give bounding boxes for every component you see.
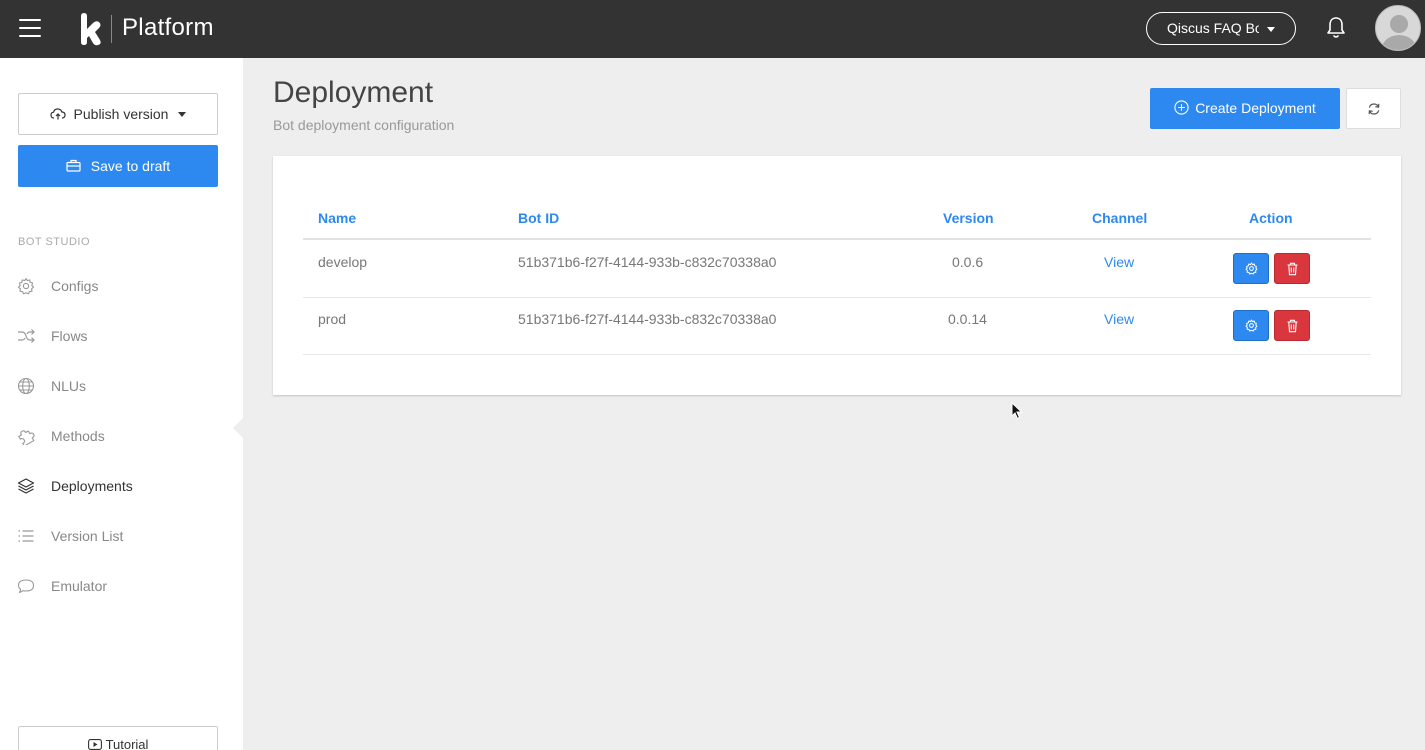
active-item-pointer [233, 418, 243, 438]
sidebar-item-emulator[interactable]: Emulator [0, 566, 243, 606]
save-to-draft-button[interactable]: Save to draft [18, 145, 218, 187]
brand-title: Platform [122, 14, 214, 41]
plus-circle-icon [1174, 100, 1189, 115]
column-header-action: Action [1249, 210, 1293, 226]
briefcase-icon [66, 159, 81, 172]
shuffle-icon [18, 329, 35, 343]
sidebar-item-nlus[interactable]: NLUs [0, 366, 243, 406]
tutorial-button[interactable]: Tutorial [18, 726, 218, 750]
column-header-bot-id[interactable]: Bot ID [518, 210, 559, 226]
publish-version-label: Publish version [73, 106, 169, 122]
deployment-name: develop [318, 254, 368, 270]
view-channel-link[interactable]: View [1104, 254, 1134, 270]
avatar[interactable] [1375, 5, 1421, 51]
version: 0.0.6 [952, 254, 984, 270]
section-label: BOT STUDIO [18, 236, 91, 248]
row-divider [303, 354, 1371, 355]
gear-icon [17, 277, 35, 295]
sidebar-item-label: Emulator [51, 578, 108, 594]
version: 0.0.14 [948, 311, 987, 327]
trash-icon [1287, 262, 1298, 276]
layers-icon [17, 478, 35, 494]
chevron-down-icon [178, 111, 187, 117]
trash-icon [1287, 319, 1298, 333]
deployment-name: prod [318, 311, 347, 327]
youtube-play-icon [87, 739, 102, 750]
bot-selector-dropdown[interactable]: Qiscus FAQ Bot [1146, 12, 1296, 45]
sidebar-item-methods[interactable]: Methods [0, 416, 243, 456]
puzzle-icon [18, 430, 35, 445]
list-icon [18, 530, 34, 542]
bot-id: 51b371b6-f27f-4144-933b-c832c70338a0 [518, 254, 777, 270]
refresh-button[interactable] [1346, 88, 1401, 129]
sidebar-item-label: NLUs [51, 378, 87, 394]
table-header-divider [303, 238, 1371, 240]
globe-icon [17, 377, 35, 395]
create-deployment-label: Create Deployment [1195, 100, 1316, 116]
cloud-upload-icon [49, 108, 66, 120]
sidebar-item-version-list[interactable]: Version List [0, 516, 243, 556]
delete-deployment-button[interactable] [1274, 253, 1310, 284]
kata-logo-icon [81, 13, 101, 46]
hamburger-menu-icon[interactable] [19, 19, 41, 39]
page-subtitle: Bot deployment configuration [273, 117, 455, 133]
logo-divider [111, 15, 112, 43]
sidebar-item-deployments[interactable]: Deployments [0, 466, 243, 506]
deployment-table-card: Name Bot ID Version Channel Action devel… [273, 156, 1401, 395]
bot-selector-label: Qiscus FAQ Bot [1167, 20, 1259, 36]
row-divider [303, 297, 1371, 298]
top-bar: Platform Qiscus FAQ Bot [0, 0, 1425, 58]
sidebar-item-label: Methods [51, 428, 105, 444]
sidebar-item-flows[interactable]: Flows [0, 316, 243, 356]
deployment-settings-button[interactable] [1233, 310, 1269, 341]
column-header-version[interactable]: Version [943, 210, 994, 226]
bot-id: 51b371b6-f27f-4144-933b-c832c70338a0 [518, 311, 777, 327]
column-header-channel[interactable]: Channel [1092, 210, 1147, 226]
chat-bubble-icon [17, 579, 35, 594]
bell-icon[interactable] [1325, 16, 1347, 40]
sidebar-item-label: Configs [51, 278, 99, 294]
page-title: Deployment [273, 76, 434, 109]
column-header-name[interactable]: Name [318, 210, 356, 226]
mouse-cursor-icon [1011, 402, 1023, 420]
gear-icon [1245, 319, 1258, 332]
tutorial-label: Tutorial [105, 737, 149, 750]
delete-deployment-button[interactable] [1274, 310, 1310, 341]
user-silhouette-icon [1381, 15, 1417, 50]
create-deployment-button[interactable]: Create Deployment [1150, 88, 1340, 129]
publish-version-button[interactable]: Publish version [18, 93, 218, 135]
sidebar: Publish version Save to draft BOT STUDIO… [0, 58, 243, 750]
gear-icon [1245, 262, 1258, 275]
deployment-settings-button[interactable] [1233, 253, 1269, 284]
sidebar-item-label: Deployments [51, 478, 133, 494]
sidebar-item-configs[interactable]: Configs [0, 266, 243, 306]
sidebar-item-label: Flows [51, 328, 88, 344]
view-channel-link[interactable]: View [1104, 311, 1134, 327]
sidebar-item-label: Version List [51, 528, 124, 544]
save-to-draft-label: Save to draft [90, 158, 171, 174]
chevron-down-icon [1267, 27, 1275, 32]
refresh-icon [1368, 103, 1380, 115]
